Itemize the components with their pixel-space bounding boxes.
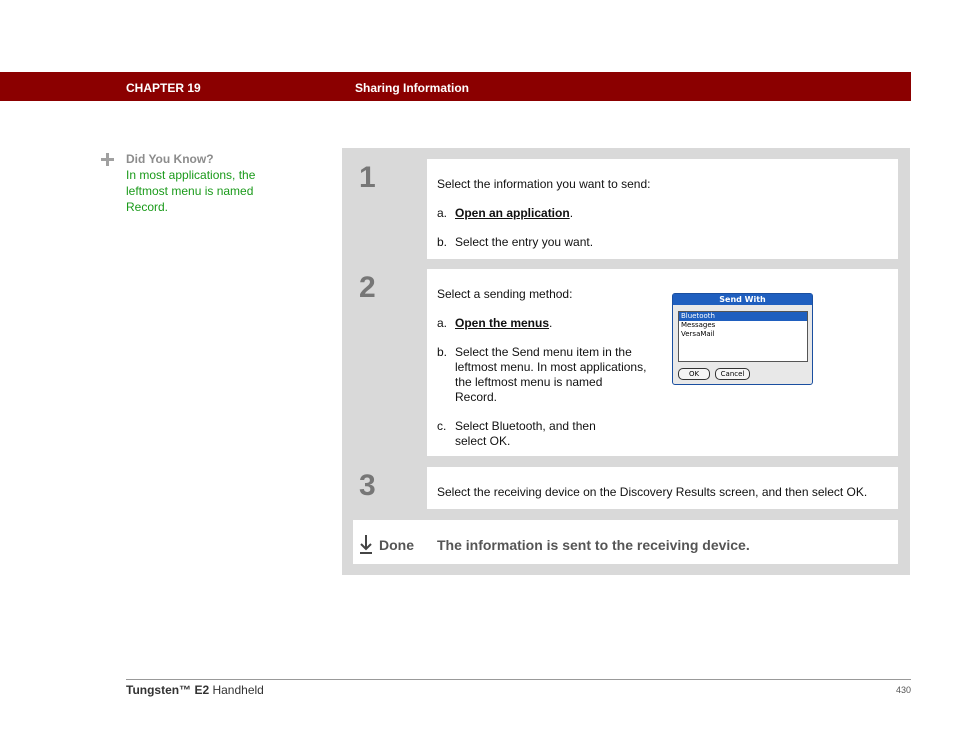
step-1: 1 Select the information you want to sen… — [353, 159, 898, 259]
send-with-dialog: Send With Bluetooth Messages VersaMail O… — [672, 293, 813, 385]
done-text: The information is sent to the receiving… — [437, 537, 750, 553]
step-2: 2 Select a sending method: a. Open the me… — [353, 269, 898, 456]
tip-body: In most applications, the leftmost menu … — [126, 168, 256, 214]
step-intro: Select a sending method: — [437, 287, 573, 301]
chapter-label: CHAPTER 19 — [126, 81, 201, 95]
step-number: 3 — [359, 469, 376, 502]
ok-button[interactable]: OK — [678, 368, 710, 380]
step-number: 2 — [359, 271, 376, 304]
list-item: a. Open the menus. — [437, 316, 553, 330]
send-method-list: Bluetooth Messages VersaMail — [678, 311, 808, 362]
chapter-header: CHAPTER 19 Sharing Information — [0, 72, 911, 101]
dialog-title: Send With — [673, 294, 812, 305]
list-item: c. Select Bluetooth, and then select OK. — [437, 419, 596, 448]
step-content: Select the receiving device on the Disco… — [437, 485, 897, 500]
step-content: Select the information you want to send:… — [437, 177, 877, 250]
footer-divider — [126, 679, 911, 680]
open-application-link[interactable]: Open an application — [455, 206, 570, 220]
tip-title: Did You Know? — [126, 152, 214, 166]
page-number: 430 — [895, 685, 911, 695]
step-text: Select the receiving device on the Disco… — [437, 485, 868, 499]
option-bluetooth[interactable]: Bluetooth — [679, 312, 807, 321]
option-messages[interactable]: Messages — [679, 321, 807, 330]
open-menus-link[interactable]: Open the menus — [455, 316, 549, 330]
done-row: Done The information is sent to the rece… — [353, 520, 898, 564]
list-item: b. Select the entry you want. — [437, 235, 594, 249]
step-content: Select a sending method: a. Open the menu… — [437, 287, 647, 449]
option-versamail[interactable]: VersaMail — [679, 330, 807, 339]
list-item: a. Open an application. — [437, 206, 574, 220]
step-intro: Select the information you want to send: — [437, 177, 651, 191]
step-3: 3 Select the receiving device on the Dis… — [353, 467, 898, 509]
list-item: b. Select the Send menu item in the leftm… — [437, 345, 647, 404]
step-number: 1 — [359, 161, 376, 194]
plus-icon — [100, 152, 115, 167]
steps-panel: 1 Select the information you want to sen… — [342, 148, 910, 575]
cancel-button[interactable]: Cancel — [715, 368, 750, 380]
done-label: Done — [379, 537, 414, 553]
footer-product: Tungsten™ E2 Handheld — [126, 683, 264, 697]
section-title: Sharing Information — [355, 81, 469, 95]
down-arrow-icon — [360, 535, 372, 554]
product-suffix: Handheld — [209, 683, 264, 697]
product-name: Tungsten™ E2 — [126, 683, 210, 697]
